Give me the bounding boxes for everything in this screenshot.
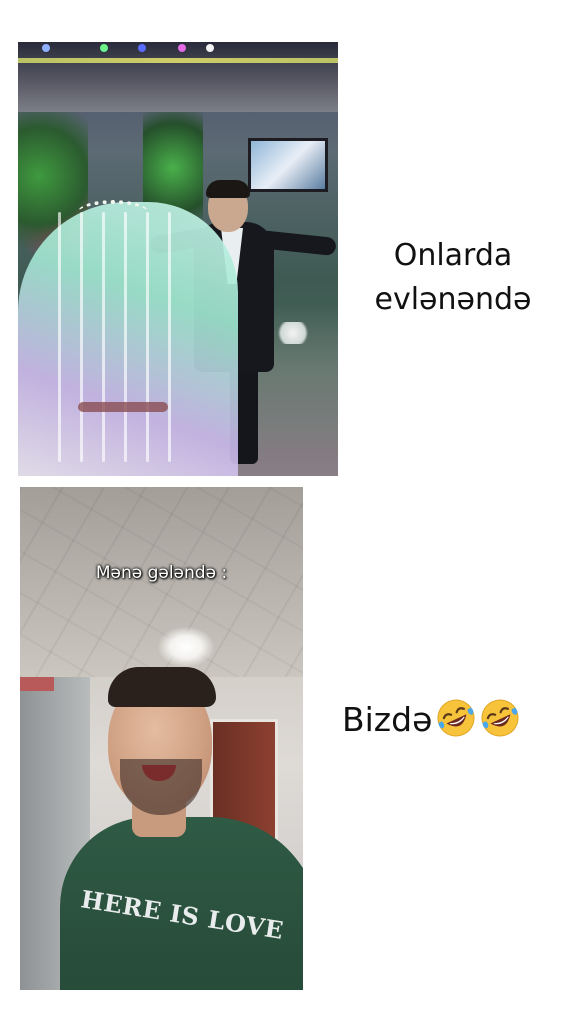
- bottom-caption-text: Bizdə: [342, 700, 433, 739]
- rolling-on-floor-laughing-icon: [437, 699, 475, 737]
- stage-light: [178, 44, 186, 52]
- veil-strand: [58, 212, 61, 462]
- hall-ceiling: [18, 42, 338, 112]
- stage-light: [138, 44, 146, 52]
- wall-screen: [248, 138, 328, 192]
- corridor-photo: HERE IS LOVE Mənə gələndə :: [20, 487, 303, 990]
- wall-sign: [20, 677, 54, 691]
- bride-veil: [18, 202, 238, 476]
- stage-light: [42, 44, 50, 52]
- bride-belt: [78, 402, 168, 412]
- groom-hair: [206, 180, 250, 198]
- man-hair: [108, 667, 216, 707]
- stage-light: [206, 44, 214, 52]
- veil-strand: [146, 212, 149, 462]
- ceiling-light-strip: [18, 58, 338, 63]
- top-caption: Onlarda evlənəndə: [374, 238, 532, 317]
- video-overlay-text: Mənə gələndə :: [95, 563, 228, 583]
- veil-strand: [124, 212, 127, 462]
- feather-fan: [276, 322, 310, 344]
- wedding-photo: [18, 42, 338, 476]
- rolling-on-floor-laughing-icon: [481, 699, 519, 737]
- veil-strand: [168, 212, 171, 462]
- veil-strand: [102, 212, 105, 462]
- veil-strand: [80, 212, 83, 462]
- stage-light: [100, 44, 108, 52]
- bottom-caption: Bizdə: [342, 698, 576, 742]
- ceiling-lamp: [158, 627, 214, 667]
- bride-crown: [78, 200, 148, 224]
